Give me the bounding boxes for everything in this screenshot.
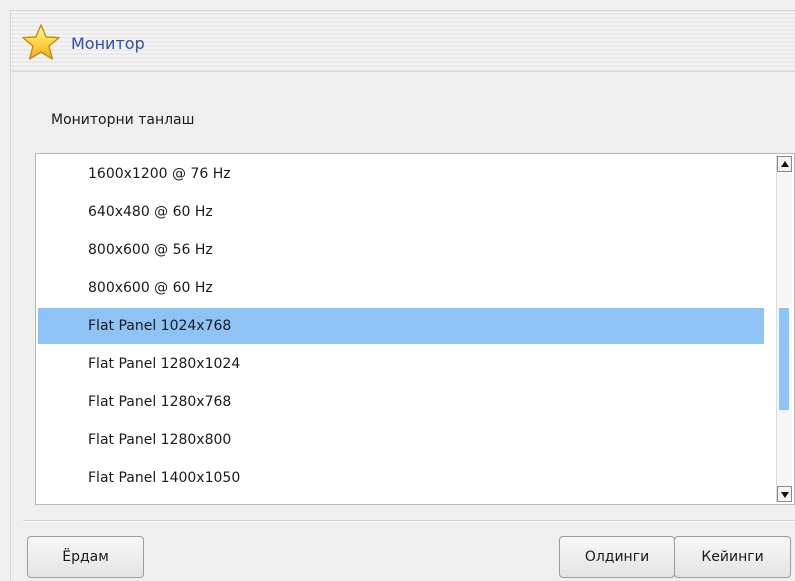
page-title: Монитор xyxy=(71,34,145,53)
next-button[interactable]: Кейинги xyxy=(674,536,791,578)
scroll-down-button[interactable] xyxy=(777,486,792,502)
list-item[interactable]: Flat Panel 1280x800 xyxy=(38,422,764,458)
scroll-up-button[interactable] xyxy=(777,156,792,172)
wizard-header: Монитор xyxy=(11,11,795,72)
previous-button[interactable]: Олдинги xyxy=(559,536,675,578)
list-item[interactable]: 1600x1200 @ 76 Hz xyxy=(38,156,764,192)
list-item[interactable]: 800x600 @ 60 Hz xyxy=(38,270,764,306)
arrow-down-icon xyxy=(781,492,789,498)
monitor-choice-label: Мониторни танлаш xyxy=(51,112,195,128)
star-icon xyxy=(22,24,60,60)
list-scrollbar[interactable] xyxy=(776,156,792,502)
list-item[interactable]: Flat Panel 1024x768 xyxy=(38,308,764,344)
footer-divider xyxy=(23,520,795,522)
list-item[interactable]: Flat Panel 1280x768 xyxy=(38,384,764,420)
scroll-thumb[interactable] xyxy=(779,308,789,410)
monitor-wizard-window: Монитор Мониторни танлаш 1600x1200 @ 76 … xyxy=(10,10,795,581)
list-item[interactable]: 800x600 @ 56 Hz xyxy=(38,232,764,268)
monitor-list[interactable]: 1600x1200 @ 76 Hz 640x480 @ 60 Hz 800x600 … xyxy=(35,153,795,505)
list-item[interactable]: 640x480 @ 60 Hz xyxy=(38,194,764,230)
monitor-list-items: 1600x1200 @ 76 Hz 640x480 @ 60 Hz 800x600 … xyxy=(36,154,772,504)
arrow-up-icon xyxy=(781,161,789,167)
list-item[interactable]: Flat Panel 1280x1024 xyxy=(38,346,764,382)
help-button[interactable]: Ёрдам xyxy=(27,536,144,578)
list-item[interactable]: Flat Panel 1400x1050 xyxy=(38,460,764,496)
